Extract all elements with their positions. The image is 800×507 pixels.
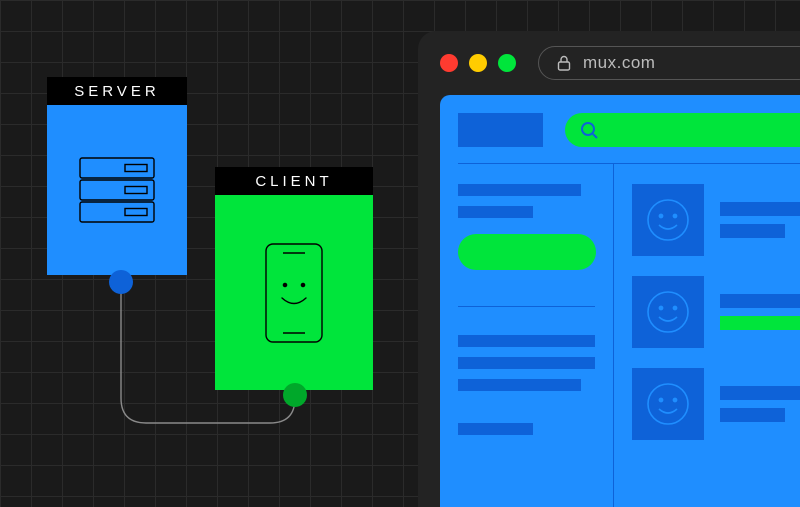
placeholder-bar [458,335,595,347]
list-item-text [720,294,800,330]
smiley-icon [646,290,690,334]
phone-smiley-icon [265,243,323,343]
site-search[interactable] [565,113,800,147]
placeholder-bar [458,357,595,369]
placeholder-bar [720,294,800,308]
server-connector-dot [109,270,133,294]
list-item[interactable] [632,184,800,256]
address-url: mux.com [583,53,655,73]
smiley-icon [646,198,690,242]
client-label: CLIENT [215,167,373,195]
search-icon [579,120,599,140]
traffic-lights [440,54,516,72]
smiley-icon [646,382,690,426]
thumbnail [632,276,704,348]
site-logo[interactable] [458,113,543,147]
client-body [215,195,373,390]
placeholder-bar [720,408,785,422]
browser-window: mux.com [418,31,800,507]
cta-button[interactable] [458,234,596,270]
close-button[interactable] [440,54,458,72]
content-right-column [614,164,800,507]
site-topbar [458,113,800,147]
placeholder-bar [458,379,581,391]
placeholder-bar [458,206,533,218]
list-item[interactable] [632,368,800,440]
zoom-button[interactable] [498,54,516,72]
minimize-button[interactable] [469,54,487,72]
content-grid [458,163,800,507]
placeholder-bar [458,423,533,435]
list-item-text [720,386,800,422]
placeholder-bar [720,386,800,400]
browser-titlebar: mux.com [418,31,800,95]
content-left-column [458,164,614,507]
thumbnail [632,184,704,256]
lock-icon [557,55,571,71]
server-body [47,105,187,275]
list-item-text [720,202,800,238]
client-connector-dot [283,383,307,407]
placeholder-bar [720,316,800,330]
placeholder-bar [458,184,581,196]
divider [458,306,595,307]
thumbnail [632,368,704,440]
placeholder-bar [720,202,800,216]
server-label: SERVER [47,77,187,105]
list-item[interactable] [632,276,800,348]
server-node: SERVER [47,77,187,275]
placeholder-bar [720,224,785,238]
browser-viewport [440,95,800,507]
spacer [458,401,595,413]
client-node: CLIENT [215,167,373,390]
address-bar[interactable]: mux.com [538,46,800,80]
server-rack-icon [79,157,155,223]
